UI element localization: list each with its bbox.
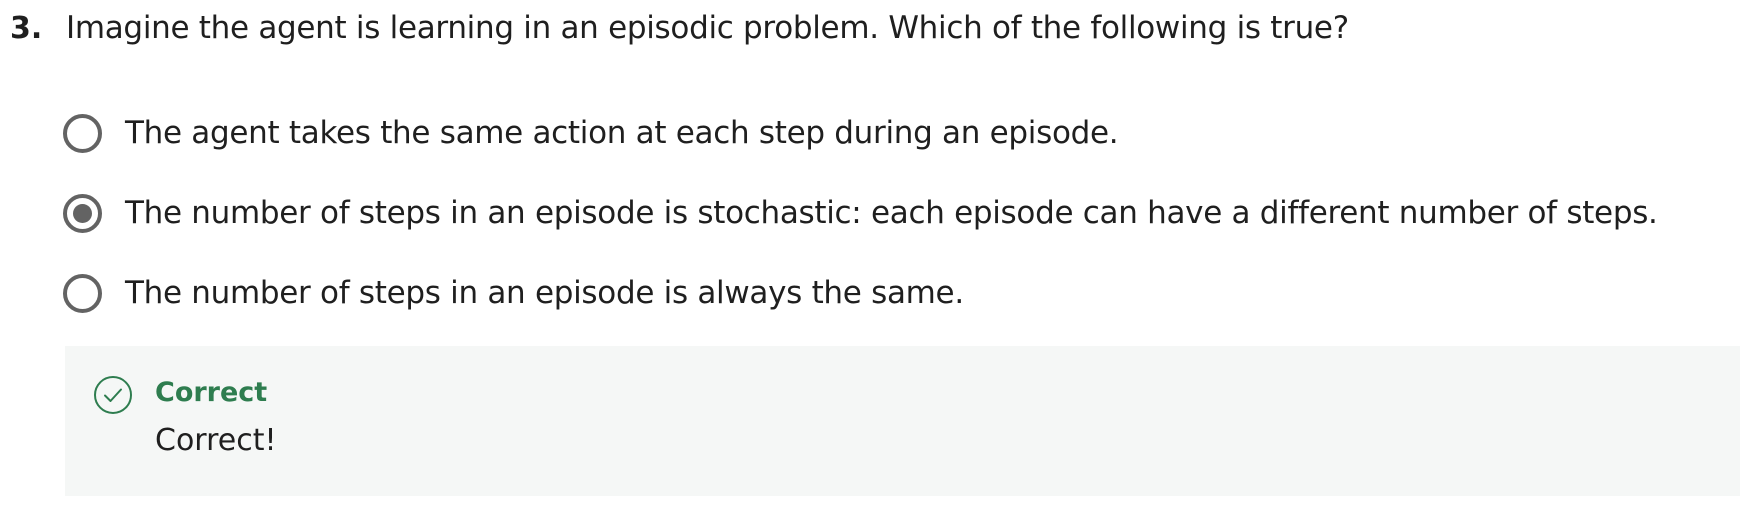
question-number: 3. xyxy=(10,11,43,46)
check-circle-icon xyxy=(93,375,133,415)
answer-options: The agent takes the same action at each … xyxy=(63,110,1658,350)
answer-option-label: The number of steps in an episode is alw… xyxy=(125,275,964,311)
question-text: Imagine the agent is learning in an epis… xyxy=(66,10,1349,46)
feedback-message: Correct! xyxy=(155,423,277,458)
answer-option-label: The agent takes the same action at each … xyxy=(125,115,1119,151)
answer-option-label: The number of steps in an episode is sto… xyxy=(125,195,1658,231)
answer-option-3[interactable]: The number of steps in an episode is alw… xyxy=(63,270,1658,316)
feedback-title: Correct xyxy=(155,377,268,408)
feedback-panel: Correct Correct! xyxy=(65,346,1740,496)
answer-option-1[interactable]: The agent takes the same action at each … xyxy=(63,110,1658,156)
question-header: 3. Imagine the agent is learning in an e… xyxy=(10,10,1349,46)
radio-button[interactable] xyxy=(63,113,102,153)
radio-button-selected[interactable] xyxy=(63,193,102,233)
answer-option-2[interactable]: The number of steps in an episode is sto… xyxy=(63,190,1658,236)
radio-button[interactable] xyxy=(63,273,102,313)
